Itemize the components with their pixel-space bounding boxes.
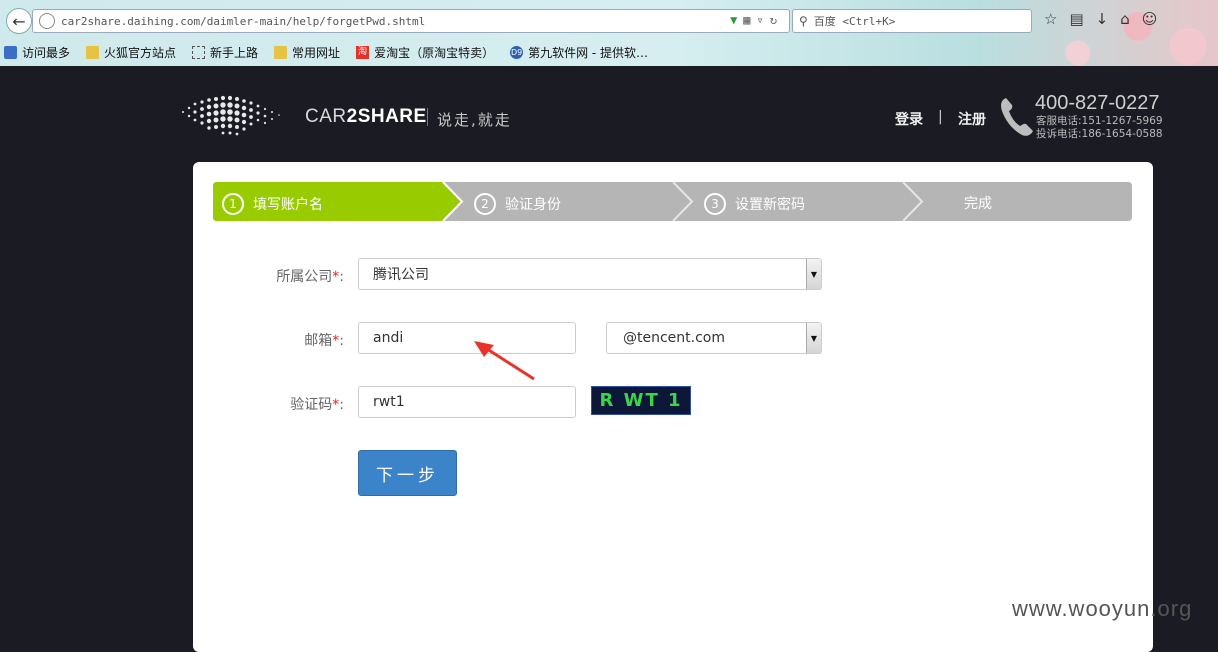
email-label: 邮箱*: [304,333,344,349]
star-icon[interactable]: ☆ [1044,10,1069,28]
toolbar-icons: ☆▤↓⌂☺ [1044,10,1169,28]
url-text: car2share.daihing.com/daimler-main/help/… [61,14,426,28]
back-arrow-icon[interactable]: ← [6,8,32,34]
complaint-phone: 投诉电话:186-1654-0588 [1036,128,1163,140]
slogan: 说走,就走 [437,111,512,129]
step-progress-bar [213,182,1132,221]
register-link[interactable]: 注册 [958,109,986,129]
search-bar[interactable]: ⚲ 百度 <Ctrl+K> [792,9,1032,33]
folder-icon [274,45,288,59]
page-icon [192,45,206,59]
logo-dots-icon[interactable] [175,92,291,142]
service-phone: 客服电话:151-1267-5969 [1036,115,1163,127]
captcha-image[interactable]: R WT 1 [591,386,691,415]
bookmarks-bar: 访问最多 火狐官方站点 新手上路 常用网址 淘爱淘宝（原淘宝特卖） D9 第九软件… [0,41,660,63]
bookmark-item[interactable]: 新手上路 [188,44,258,61]
company-select[interactable]: 腾讯公司 ▼ [358,258,822,290]
shield-icon[interactable]: ▼ [730,13,743,27]
taobao-icon: 淘 [356,45,370,59]
folder-icon [86,45,100,59]
company-label: 所属公司*: [276,269,344,285]
email-domain-select[interactable]: @tencent.com ▼ [606,322,822,354]
bookmark-item[interactable]: D9 第九软件网 - 提供软… [506,44,648,61]
search-icon: ⚲ [799,14,808,28]
hotline-number: 400-827-0227 [1035,92,1160,114]
download-icon[interactable]: ↓ [1096,10,1121,28]
logo-divider [427,108,428,126]
nav-separator: | [938,109,943,125]
chat-icon[interactable]: ☺ [1142,10,1170,28]
contact-numbers: 客服电话:151-1267-5969 投诉电话:186-1654-0588 [1036,115,1163,141]
qr-icon[interactable]: ▦ [743,13,756,27]
bookmark-item[interactable]: 淘爱淘宝（原淘宝特卖） [352,44,494,61]
bookmark-item[interactable]: 常用网址 [270,44,340,61]
login-link[interactable]: 登录 [895,109,923,129]
step-2: 2 验证身份 [474,193,561,215]
browser-chrome: ← car2share.daihing.com/daimler-main/hel… [0,0,1218,66]
annotation-arrow-icon [474,341,535,381]
chevron-down-icon[interactable]: ▼ [806,259,821,289]
url-bar-icons: ▼▦▿↻ [730,13,783,27]
library-icon[interactable]: ▤ [1069,10,1095,28]
reload-icon[interactable]: ↻ [770,13,783,27]
captcha-field[interactable]: rwt1 [358,386,576,418]
home-icon[interactable]: ⌂ [1120,10,1142,28]
bookmark-item[interactable]: 访问最多 [0,44,70,61]
next-step-button[interactable]: 下一步 [358,450,457,496]
address-bar[interactable]: car2share.daihing.com/daimler-main/help/… [32,9,790,33]
chevron-down-icon[interactable]: ▼ [806,323,821,353]
step-4: 完成 [964,196,992,212]
globe-icon [39,13,55,29]
d9-icon: D9 [510,45,524,59]
email-field[interactable]: andi [358,322,576,354]
captcha-label: 验证码*: [290,397,344,413]
dropdown-icon[interactable]: ▿ [757,13,770,27]
step-3: 3 设置新密码 [704,193,805,215]
watermark: www.wooyun.org [1012,596,1193,621]
search-placeholder: 百度 <Ctrl+K> [813,15,896,28]
phone-icon [1001,98,1033,136]
logo-wordmark[interactable]: CAR2SHARE [305,106,427,128]
bookmark-item[interactable]: 火狐官方站点 [82,44,176,61]
step-1: 1 填写账户名 [222,193,323,215]
bookmark-star-icon [4,45,17,59]
